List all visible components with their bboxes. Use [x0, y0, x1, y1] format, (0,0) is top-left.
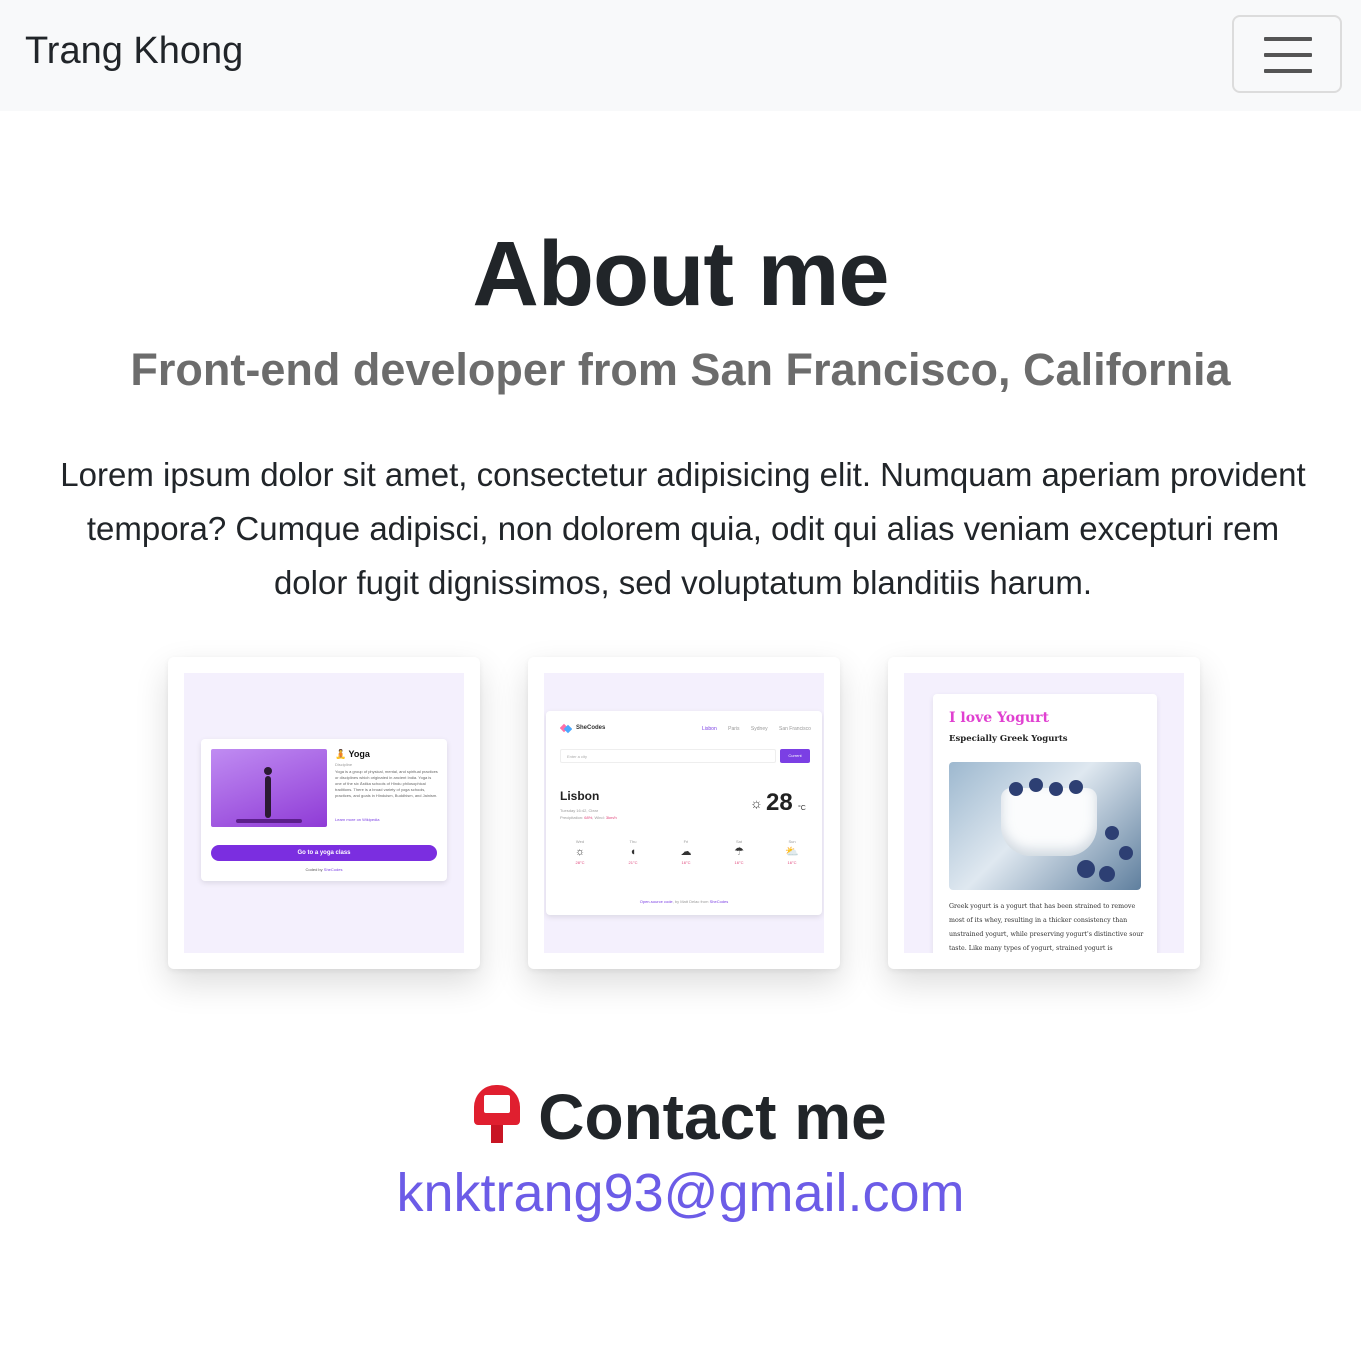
weather-details: Tuesday 16:42, Clear Precipitation: 68%,…	[560, 808, 617, 820]
shecodes-logo-icon	[560, 723, 572, 734]
page-title: About me	[472, 223, 889, 325]
weather-app: SheCodes Lisbon Paris Sydney San Francis…	[546, 711, 822, 915]
weather-city-tabs: Lisbon Paris Sydney San Francisco	[702, 726, 821, 732]
weather-brand: SheCodes	[576, 725, 606, 731]
navbar: Trang Khong	[0, 0, 1361, 111]
forecast-day: Thu ◖ 21°C	[613, 839, 653, 865]
weather-icon: ◖	[629, 846, 637, 858]
hamburger-icon	[1264, 37, 1312, 41]
weather-search-input[interactable]: Enter a city	[560, 749, 776, 763]
yoga-card: 🧘 Yoga Discipline Yoga is a group of phy…	[201, 739, 447, 881]
yoga-discipline: Discipline	[335, 762, 353, 767]
yogurt-image	[949, 762, 1141, 890]
yoga-wiki-link[interactable]: Learn more on Wikipedia	[335, 817, 379, 822]
project-card-yoga[interactable]: 🧘 Yoga Discipline Yoga is a group of phy…	[168, 657, 480, 969]
intro-paragraph: Lorem ipsum dolor sit amet, consectetur …	[60, 456, 1306, 601]
weather-icon: ☁	[680, 846, 692, 858]
email-link[interactable]: knktrang93@gmail.com	[0, 1162, 1361, 1224]
weather-forecast: Wed ☼ 28°C Thu ◖ 21°C Fri ☁ 16°C Sat ☂ 1…	[560, 839, 812, 865]
yogurt-page: I love Yogurt Especially Greek Yogurts G…	[933, 694, 1157, 953]
forecast-day: Sat ☂ 16°C	[719, 839, 759, 865]
tab-sydney[interactable]: Sydney	[751, 726, 768, 732]
project-preview-weather: SheCodes Lisbon Paris Sydney San Francis…	[544, 673, 824, 953]
yoga-description: Yoga is a group of physical, mental, and…	[335, 769, 438, 798]
shecodes-link[interactable]: SheCodes	[710, 899, 729, 904]
yogurt-title: I love Yogurt	[949, 710, 1049, 726]
shecodes-link[interactable]: SheCodes	[324, 867, 343, 872]
weather-temperature: 28	[766, 789, 793, 816]
project-card-yogurt[interactable]: I love Yogurt Especially Greek Yogurts G…	[888, 657, 1200, 969]
navbar-toggle-button[interactable]	[1232, 15, 1342, 93]
sun-icon: ☼	[750, 795, 763, 811]
hamburger-icon	[1264, 69, 1312, 73]
hamburger-icon	[1264, 53, 1312, 57]
tab-paris[interactable]: Paris	[728, 726, 739, 732]
yogurt-subtitle: Especially Greek Yogurts	[949, 734, 1068, 744]
yoga-class-button[interactable]: Go to a yoga class	[211, 845, 437, 861]
weather-icon: ☼	[574, 846, 586, 858]
brand-link[interactable]: Trang Khong	[25, 30, 243, 73]
project-preview-yoga: 🧘 Yoga Discipline Yoga is a group of phy…	[184, 673, 464, 953]
page-subtitle: Front-end developer from San Francisco, …	[130, 344, 1231, 395]
tab-san-francisco[interactable]: San Francisco	[779, 726, 811, 732]
forecast-day: Fri ☁ 16°C	[666, 839, 706, 865]
weather-icon: ☂	[734, 846, 744, 858]
weather-current-button[interactable]: Current	[780, 749, 810, 763]
weather-city: Lisbon	[560, 789, 600, 803]
open-source-link[interactable]: Open-source code	[640, 899, 673, 904]
yoga-title: 🧘 Yoga	[335, 749, 370, 759]
contact-title: Contact me	[0, 1080, 1361, 1154]
postbox-icon	[474, 1085, 521, 1143]
yoga-footer: Coded by SheCodes	[305, 867, 343, 872]
project-card-weather[interactable]: SheCodes Lisbon Paris Sydney San Francis…	[528, 657, 840, 969]
tab-lisbon[interactable]: Lisbon	[702, 726, 717, 732]
weather-unit: °C	[798, 805, 806, 812]
forecast-day: Sun ⛅ 16°C	[772, 839, 812, 865]
yogurt-text: Greek yogurt is a yogurt that has been s…	[949, 903, 1144, 952]
forecast-day: Wed ☼ 28°C	[560, 839, 600, 865]
yoga-image	[211, 749, 327, 827]
weather-footer: Open-source code, by Matt Delac from She…	[639, 899, 729, 904]
project-preview-yogurt: I love Yogurt Especially Greek Yogurts G…	[904, 673, 1184, 953]
weather-icon: ⛅	[785, 846, 799, 858]
